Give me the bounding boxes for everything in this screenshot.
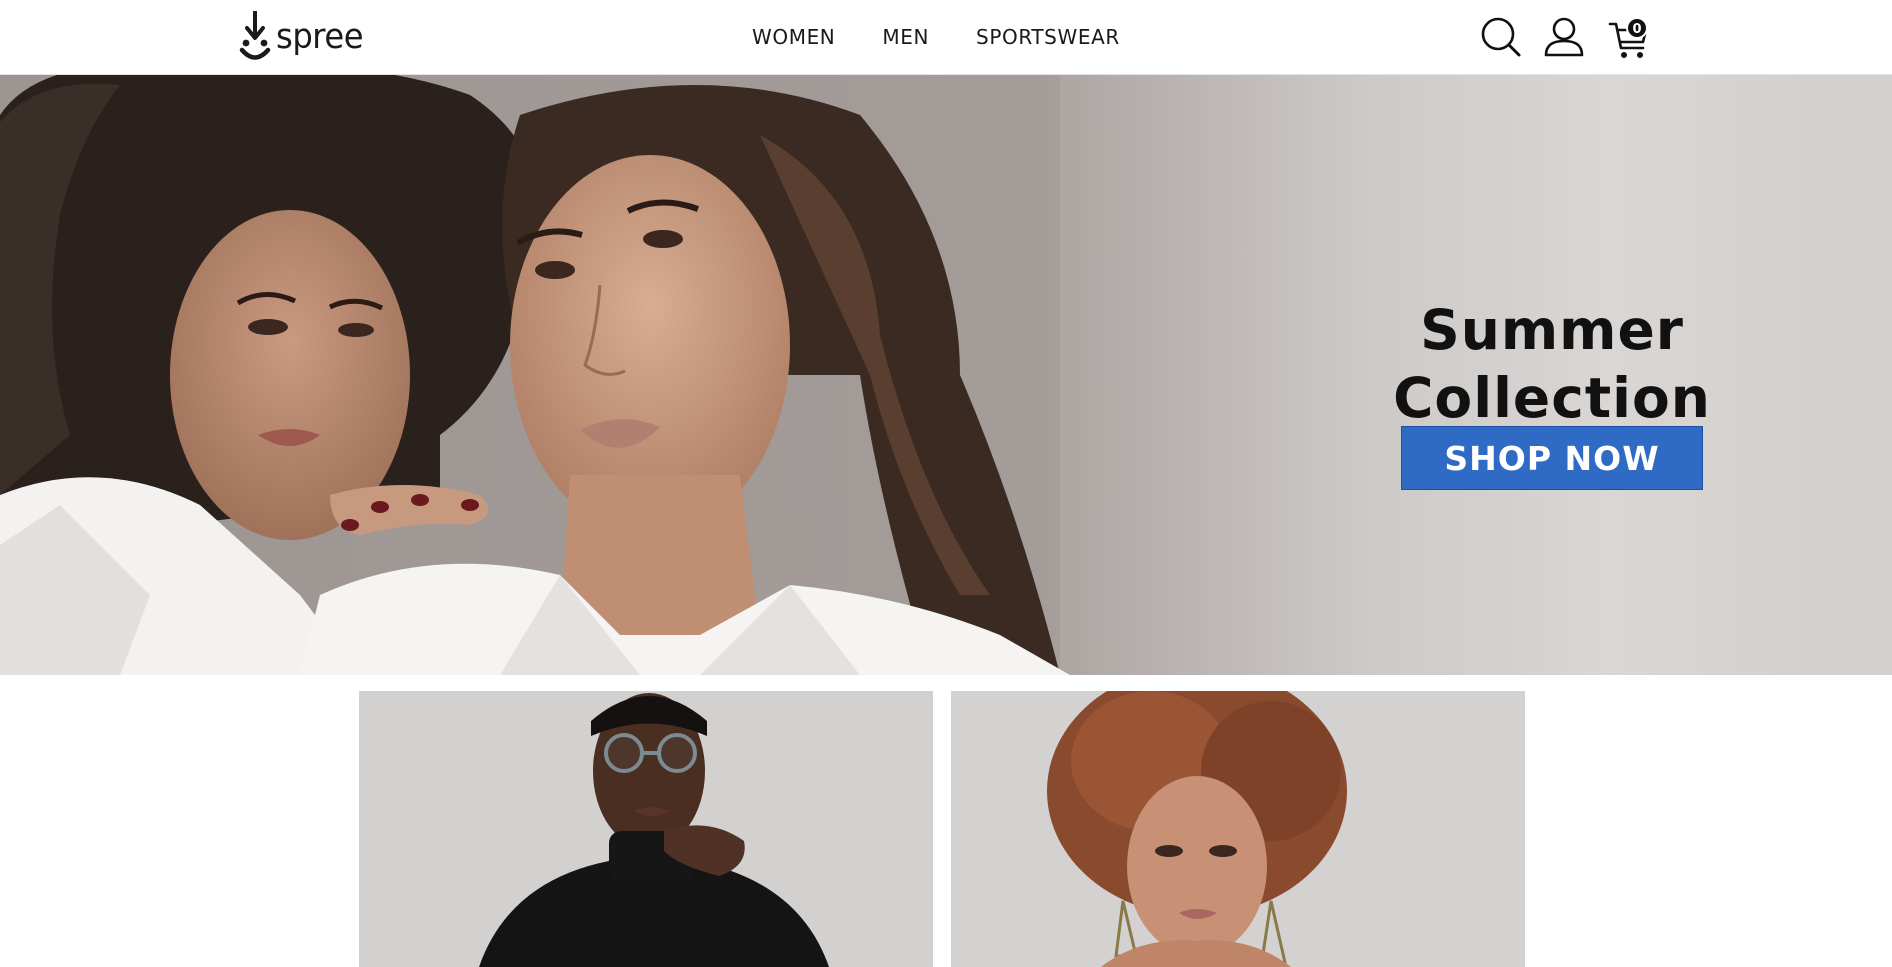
nav-link-women[interactable]: WOMEN — [752, 25, 835, 49]
nav-link-men[interactable]: MEN — [882, 25, 929, 49]
search-icon — [1481, 17, 1521, 57]
nav-link-sportswear[interactable]: SPORTSWEAR — [976, 25, 1120, 49]
search-button[interactable] — [1480, 16, 1522, 58]
men-category-tile[interactable] — [359, 691, 933, 967]
men-category-image — [359, 691, 933, 967]
spree-logo[interactable]: spree — [238, 10, 371, 64]
hero-title: Summer Collection — [1380, 296, 1724, 432]
shop-now-button[interactable]: SHOP NOW — [1401, 426, 1703, 490]
hero-banner: Summer Collection SHOP NOW — [0, 75, 1892, 675]
women-category-image — [951, 691, 1525, 967]
women-category-tile[interactable] — [951, 691, 1525, 967]
main-nav: WOMEN MEN SPORTSWEAR — [752, 0, 1120, 74]
spree-logo-icon — [239, 11, 271, 60]
cart-count-badge: 0 — [1626, 17, 1648, 39]
account-button[interactable] — [1543, 16, 1585, 58]
logo-text: spree — [276, 16, 364, 57]
hero-title-line1: Summer — [1420, 297, 1684, 362]
site-header: spree WOMEN MEN SPORTSWEAR 0 — [0, 0, 1892, 75]
user-icon — [1544, 17, 1584, 57]
hero-title-line2: Collection — [1393, 365, 1711, 430]
